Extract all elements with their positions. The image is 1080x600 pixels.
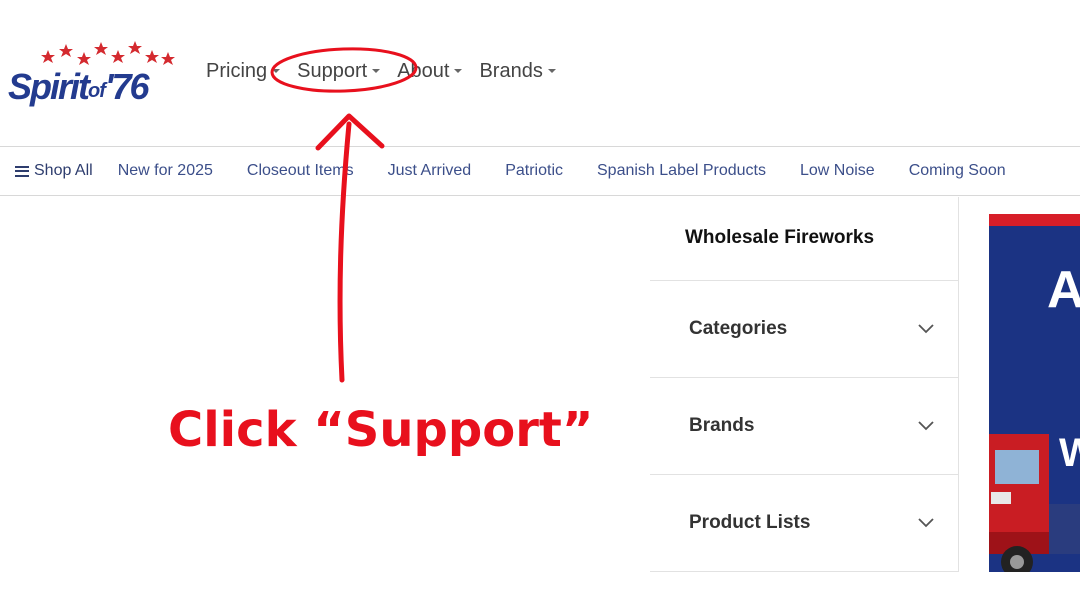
menu-icon [15, 165, 29, 177]
accordion-label: Product Lists [689, 512, 811, 533]
subnav-link-closeout[interactable]: Closeout Items [247, 162, 354, 180]
accordion-product-lists[interactable]: Product Lists [650, 475, 958, 572]
category-bar: Shop All New for 2025 Closeout Items Jus… [0, 146, 1080, 196]
arrow-head [315, 113, 385, 151]
caret-down-icon [272, 69, 281, 73]
caret-down-icon [372, 69, 381, 73]
accordion-label: Brands [689, 415, 755, 436]
accordion-label: Categories [689, 318, 788, 339]
promo-banner[interactable]: A W [989, 214, 1080, 572]
subnav-link-patriotic[interactable]: Patriotic [505, 162, 563, 180]
annotation-instruction: Click “Support” [168, 402, 594, 458]
chevron-down-icon [918, 421, 934, 431]
filter-panel: Wholesale Fireworks Categories Brands Pr… [650, 197, 958, 572]
nav-support[interactable]: Support [297, 59, 381, 83]
nav-pricing-label: Pricing [206, 59, 268, 82]
subnav-link-spanish-label[interactable]: Spanish Label Products [597, 162, 766, 180]
chevron-down-icon [918, 518, 934, 528]
accordion-categories[interactable]: Categories [650, 281, 958, 378]
nav-about[interactable]: About [397, 59, 463, 83]
nav-support-label: Support [297, 59, 368, 82]
subnav-link-just-arrived[interactable]: Just Arrived [388, 162, 472, 180]
subnav-link-new[interactable]: New for 2025 [118, 162, 213, 180]
shop-all-label: Shop All [34, 162, 93, 179]
chevron-down-icon [918, 324, 934, 334]
banner-headline: A [1047, 260, 1080, 320]
caret-down-icon [454, 69, 463, 73]
subnav-link-low-noise[interactable]: Low Noise [800, 162, 875, 180]
panel-title: Wholesale Fireworks [650, 197, 958, 281]
accordion-brands[interactable]: Brands [650, 378, 958, 475]
logo-wordmark: Spiritof'76 [8, 66, 149, 107]
caret-down-icon [547, 69, 556, 73]
subnav-link-coming-soon[interactable]: Coming Soon [909, 162, 1006, 180]
nav-brands-label: Brands [479, 59, 543, 82]
top-nav: Pricing Support About Brands [206, 58, 573, 84]
panel-divider [958, 197, 959, 572]
nav-about-label: About [397, 59, 450, 82]
nav-brands[interactable]: Brands [479, 59, 556, 83]
truck-image [989, 434, 1080, 572]
nav-pricing[interactable]: Pricing [206, 59, 281, 83]
spirit-of-76-logo[interactable]: Spiritof'76 [8, 40, 180, 110]
shop-all-button[interactable]: Shop All [15, 162, 93, 180]
